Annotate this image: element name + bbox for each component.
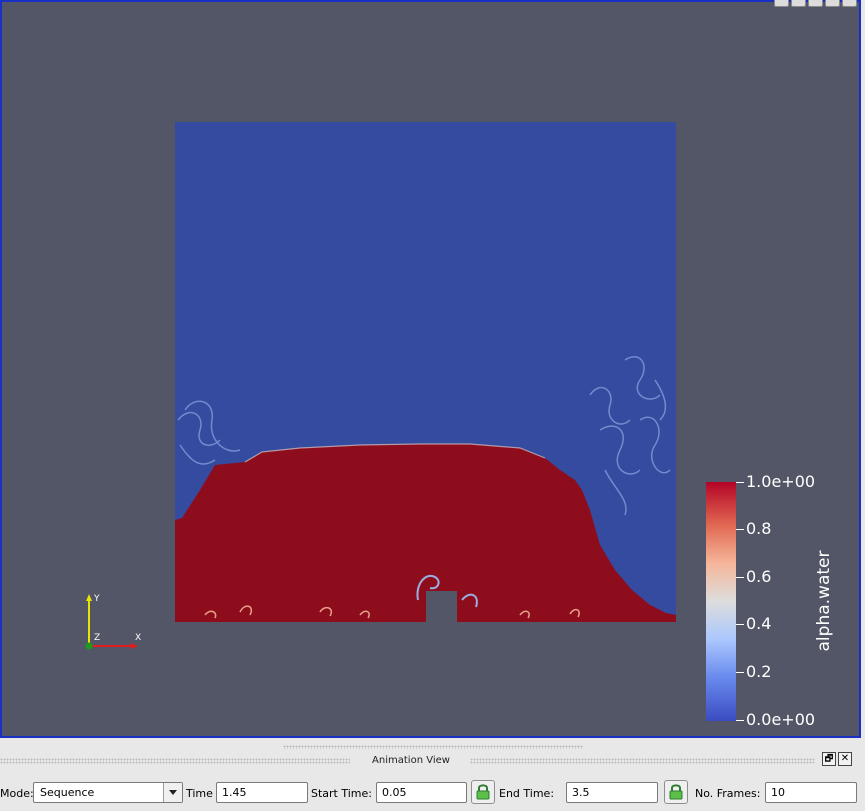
legend-tick	[736, 672, 744, 673]
mode-label: Mode:	[0, 787, 34, 800]
end-time-label: End Time:	[499, 787, 555, 800]
end-time-lock-button[interactable]	[664, 780, 688, 804]
restore-button[interactable]: 🗗	[822, 752, 836, 766]
orientation-axes	[85, 594, 138, 650]
legend-tick-label: 0.6	[746, 567, 772, 586]
close-button[interactable]: ✕	[838, 752, 852, 766]
legend-tick	[736, 529, 744, 530]
close-icon: ✕	[840, 753, 850, 764]
legend-title: alpha.water	[814, 550, 834, 652]
panel-resize-grip[interactable]	[283, 745, 583, 749]
colormap-bar	[706, 482, 736, 721]
mode-value: Sequence	[40, 786, 95, 799]
start-time-lock-button[interactable]	[471, 780, 495, 804]
lock-icon	[669, 784, 683, 800]
legend-tick	[736, 720, 744, 721]
chevron-down-icon[interactable]	[163, 783, 182, 802]
legend-tick-label: 0.0e+00	[746, 710, 816, 729]
panel-title: Animation View	[372, 755, 450, 766]
legend-tick-label: 1.0e+00	[746, 472, 816, 491]
legend-tick	[736, 577, 744, 578]
legend-tick-label: 0.4	[746, 614, 772, 633]
time-input[interactable]: 1.45	[216, 782, 308, 803]
obstacle-block	[426, 591, 457, 622]
lock-icon	[476, 784, 490, 800]
frames-input[interactable]: 10	[765, 782, 857, 803]
panel-drag-grip-right[interactable]	[470, 758, 815, 764]
legend-tick-label: 0.8	[746, 519, 772, 538]
z-axis-dot	[85, 642, 93, 650]
panel-drag-grip-left[interactable]	[0, 758, 350, 764]
mode-select[interactable]: Sequence	[33, 782, 183, 803]
end-time-input[interactable]: 3.5	[566, 782, 658, 803]
x-axis-arrow	[131, 643, 138, 649]
legend-tick	[736, 624, 744, 625]
legend-tick-label: 0.2	[746, 662, 772, 681]
y-axis-label: Y	[94, 594, 100, 604]
z-axis-label: Z	[94, 633, 101, 643]
x-axis-label: X	[135, 633, 142, 643]
legend-tick	[736, 482, 744, 483]
time-label: Time	[186, 787, 213, 800]
start-time-input[interactable]: 0.05	[376, 782, 467, 803]
frames-label: No. Frames:	[695, 787, 761, 800]
restore-icon: 🗗	[824, 754, 834, 764]
start-time-label: Start Time:	[311, 787, 372, 800]
y-axis-arrow	[86, 594, 92, 601]
